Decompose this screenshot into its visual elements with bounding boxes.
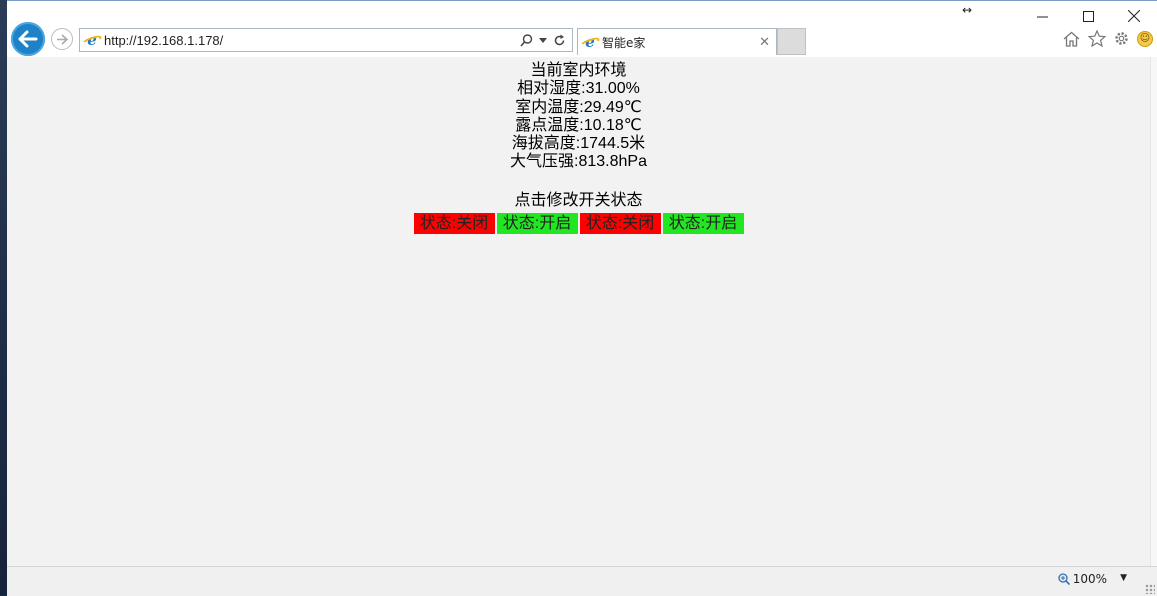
zoom-level: 100% bbox=[1072, 572, 1107, 586]
refresh-icon[interactable] bbox=[553, 34, 566, 47]
ie-logo-icon: e bbox=[81, 31, 103, 49]
feedback-smiley-icon[interactable]: ☺ bbox=[1137, 30, 1153, 47]
pressure-reading: 大气压强:813.8hPa bbox=[510, 153, 647, 171]
maximize-icon bbox=[1082, 10, 1094, 22]
switch-1-button[interactable]: 状态:关闭 bbox=[413, 212, 495, 234]
switch-2-button[interactable]: 状态:开启 bbox=[496, 212, 578, 234]
address-bar[interactable]: e http://192.168.1.178/ bbox=[79, 28, 573, 52]
url-text[interactable]: http://192.168.1.178/ bbox=[104, 33, 520, 48]
switch-3-button[interactable]: 状态:关闭 bbox=[579, 212, 661, 234]
close-button[interactable] bbox=[1111, 1, 1157, 31]
switch-4-button[interactable]: 状态:开启 bbox=[662, 212, 744, 234]
switch-section-title: 点击修改开关状态 bbox=[514, 191, 643, 209]
tab-smart-home[interactable]: e 智能e家 ✕ bbox=[577, 28, 777, 55]
switch-row: 状态:关闭 状态:开启 状态:关闭 状态:开启 bbox=[7, 212, 1150, 234]
settings-gear-icon[interactable] bbox=[1112, 29, 1131, 48]
search-icon[interactable] bbox=[520, 33, 533, 47]
close-icon bbox=[1128, 10, 1140, 22]
environment-title: 当前室内环境 bbox=[530, 62, 627, 79]
minimize-button[interactable] bbox=[1019, 1, 1065, 31]
temperature-reading: 室内温度:29.49℃ bbox=[515, 98, 642, 116]
tab-title: 智能e家 bbox=[602, 35, 646, 50]
minimize-icon bbox=[1036, 16, 1048, 17]
page-content: 当前室内环境 相对湿度:31.00% 室内温度:29.49℃ 露点温度:10.1… bbox=[7, 57, 1150, 566]
home-icon[interactable] bbox=[1062, 29, 1081, 48]
forward-button[interactable] bbox=[51, 28, 73, 50]
tab-close-icon[interactable]: ✕ bbox=[759, 35, 776, 50]
zoom-control[interactable]: 100% bbox=[1058, 572, 1107, 586]
back-button[interactable] bbox=[11, 22, 45, 56]
altitude-reading: 海拔高度:1744.5米 bbox=[511, 135, 646, 153]
zoom-magnifier-icon bbox=[1058, 573, 1070, 585]
forward-arrow-icon bbox=[57, 33, 68, 45]
zoom-dropdown-icon[interactable]: ▼ bbox=[1120, 573, 1127, 583]
new-tab-button[interactable] bbox=[777, 28, 806, 55]
resize-arrow-icon: ↔ bbox=[962, 3, 973, 17]
vertical-scrollbar[interactable] bbox=[1150, 57, 1157, 566]
dropdown-arrow-icon[interactable] bbox=[539, 37, 547, 43]
environment-panel: 当前室内环境 相对湿度:31.00% 室内温度:29.49℃ 露点温度:10.1… bbox=[7, 62, 1150, 172]
maximize-button[interactable] bbox=[1065, 1, 1111, 31]
humidity-reading: 相对湿度:31.00% bbox=[517, 80, 640, 98]
resize-grip-icon[interactable] bbox=[1145, 584, 1155, 594]
browser-window: ↔ e http://192.168.1.178/ e 智能e家 ✕ ☺ 当前室… bbox=[7, 0, 1157, 596]
desktop-background bbox=[0, 0, 7, 595]
window-controls bbox=[1019, 1, 1157, 31]
favorites-star-icon[interactable] bbox=[1087, 29, 1106, 48]
tab-favicon-icon: e bbox=[579, 33, 601, 51]
dew-point-reading: 露点温度:10.18℃ bbox=[515, 116, 642, 134]
status-bar: 100% ▼ bbox=[7, 566, 1157, 596]
back-arrow-icon bbox=[18, 30, 38, 48]
